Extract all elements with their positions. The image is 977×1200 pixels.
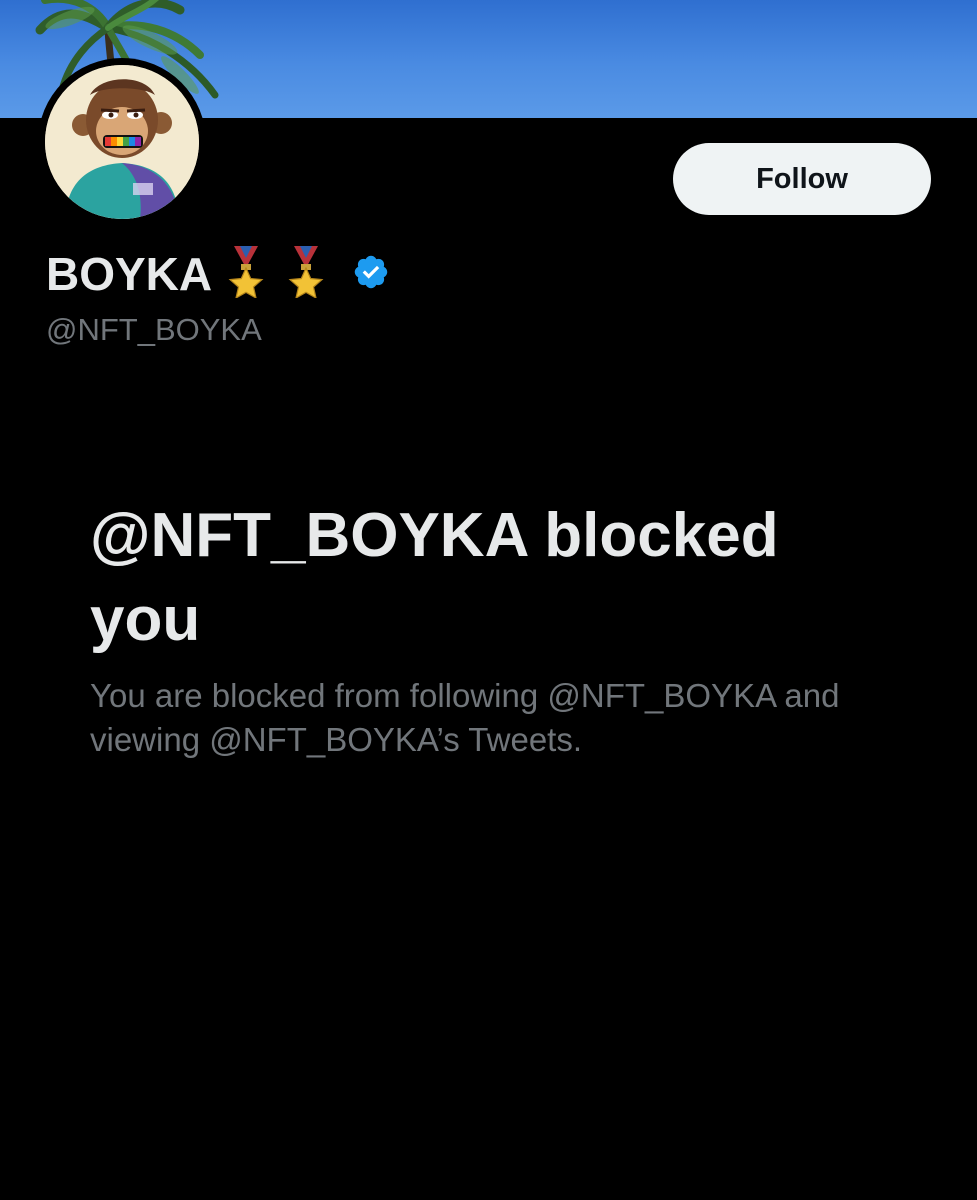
avatar[interactable] (38, 58, 206, 226)
military-medal-icon (226, 245, 266, 303)
military-medal-icon (286, 245, 326, 303)
follow-button[interactable]: Follow (673, 143, 931, 215)
blocked-description: You are blocked from following @NFT_BOYK… (90, 677, 840, 758)
avatar-image (45, 65, 199, 219)
blocked-title: @NFT_BOYKA blocked you (90, 501, 779, 654)
verified-badge-icon[interactable] (352, 253, 390, 296)
profile-name-row: BOYKA (46, 245, 390, 303)
profile-handle: @NFT_BOYKA (46, 312, 262, 347)
display-name: BOYKA (46, 248, 213, 300)
